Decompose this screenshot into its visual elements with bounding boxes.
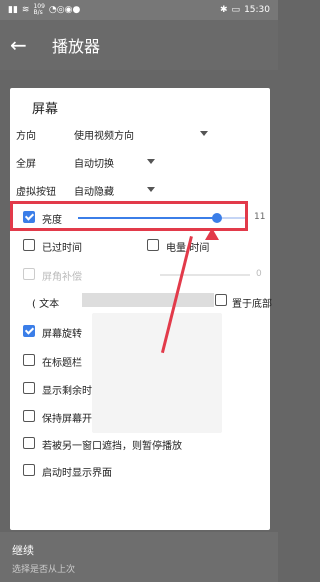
corner-offset-checkbox[interactable]	[23, 268, 35, 280]
arrow-up-icon	[205, 228, 219, 240]
network-speed: 109 B/s	[33, 3, 45, 16]
highlight-box	[10, 201, 248, 231]
brightness-value: 11	[254, 212, 266, 222]
corner-offset-value: 0	[256, 269, 262, 279]
elapsed-time-label: 已过时间	[42, 243, 82, 254]
battery-time-checkbox[interactable]	[147, 239, 159, 251]
corner-offset-label: 屏角补偿	[42, 272, 82, 283]
title-bar-label: 在标题栏	[42, 358, 82, 369]
chevron-down-icon	[200, 131, 208, 136]
text-label: ( 文本	[32, 299, 60, 310]
resume-subtitle: 选择是否从上次	[12, 565, 76, 575]
orientation-label: 方向	[16, 131, 36, 142]
status-right: ✱ ▭ 15:30	[220, 5, 270, 15]
screen-settings-dialog: 屏幕 方向 使用视频方向 全屏 自动切换 虚拟按钮 自动隐藏 亮度 11 已过时…	[10, 88, 272, 530]
show-ui-start-checkbox[interactable]	[23, 464, 35, 476]
text-size-field[interactable]	[82, 293, 214, 307]
screen-rotation-label: 屏幕旋转	[42, 329, 82, 340]
chevron-down-icon	[147, 159, 155, 164]
keep-screen-on-checkbox[interactable]	[23, 410, 35, 422]
elapsed-time-checkbox[interactable]	[23, 239, 35, 251]
page-title: 播放器	[52, 37, 101, 56]
chevron-down-icon	[147, 187, 155, 192]
signal-icon: ▮▮	[8, 5, 18, 15]
resume-title: 继续	[12, 544, 34, 557]
show-ui-start-label: 启动时显示界面	[42, 468, 112, 479]
status-bar: ▮▮ ≋ 109 B/s ◔◎◉● ✱ ▭ 15:30	[0, 0, 278, 20]
status-left: ▮▮ ≋ 109 B/s ◔◎◉●	[8, 4, 80, 16]
notification-icons: ◔◎◉●	[48, 5, 81, 15]
virtual-buttons-value: 自动隐藏	[74, 187, 114, 198]
resume-preference[interactable]: 继续 选择是否从上次	[0, 532, 278, 582]
battery-icon: ▭	[231, 5, 241, 15]
app-bar: ← 播放器	[0, 20, 278, 70]
orientation-value: 使用视频方向	[74, 131, 134, 142]
fullscreen-value: 自动切换	[74, 159, 114, 170]
virtual-buttons-dropdown[interactable]: 自动隐藏	[74, 183, 114, 198]
arrow-left-icon[interactable]: ←	[0, 33, 40, 57]
remaining-time-checkbox[interactable]	[23, 382, 35, 394]
corner-offset-slider[interactable]	[160, 274, 250, 276]
orientation-dropdown[interactable]: 使用视频方向	[74, 127, 134, 142]
bottom-label: 置于底部	[232, 299, 272, 310]
blurred-overlay	[92, 313, 222, 433]
fullscreen-dropdown[interactable]: 自动切换	[74, 155, 114, 170]
wifi-icon: ≋	[21, 5, 30, 15]
pause-obscured-label: 若被另一窗口遮挡，则暂停播放	[42, 441, 182, 452]
bluetooth-icon: ✱	[220, 5, 228, 15]
screen-rotation-checkbox[interactable]	[23, 325, 35, 337]
dialog-title: 屏幕	[32, 102, 59, 117]
bottom-checkbox[interactable]	[215, 294, 227, 306]
virtual-buttons-label: 虚拟按钮	[16, 187, 56, 198]
fullscreen-label: 全屏	[16, 159, 36, 170]
pause-obscured-checkbox[interactable]	[23, 437, 35, 449]
status-time: 15:30	[244, 5, 270, 15]
title-bar-checkbox[interactable]	[23, 354, 35, 366]
